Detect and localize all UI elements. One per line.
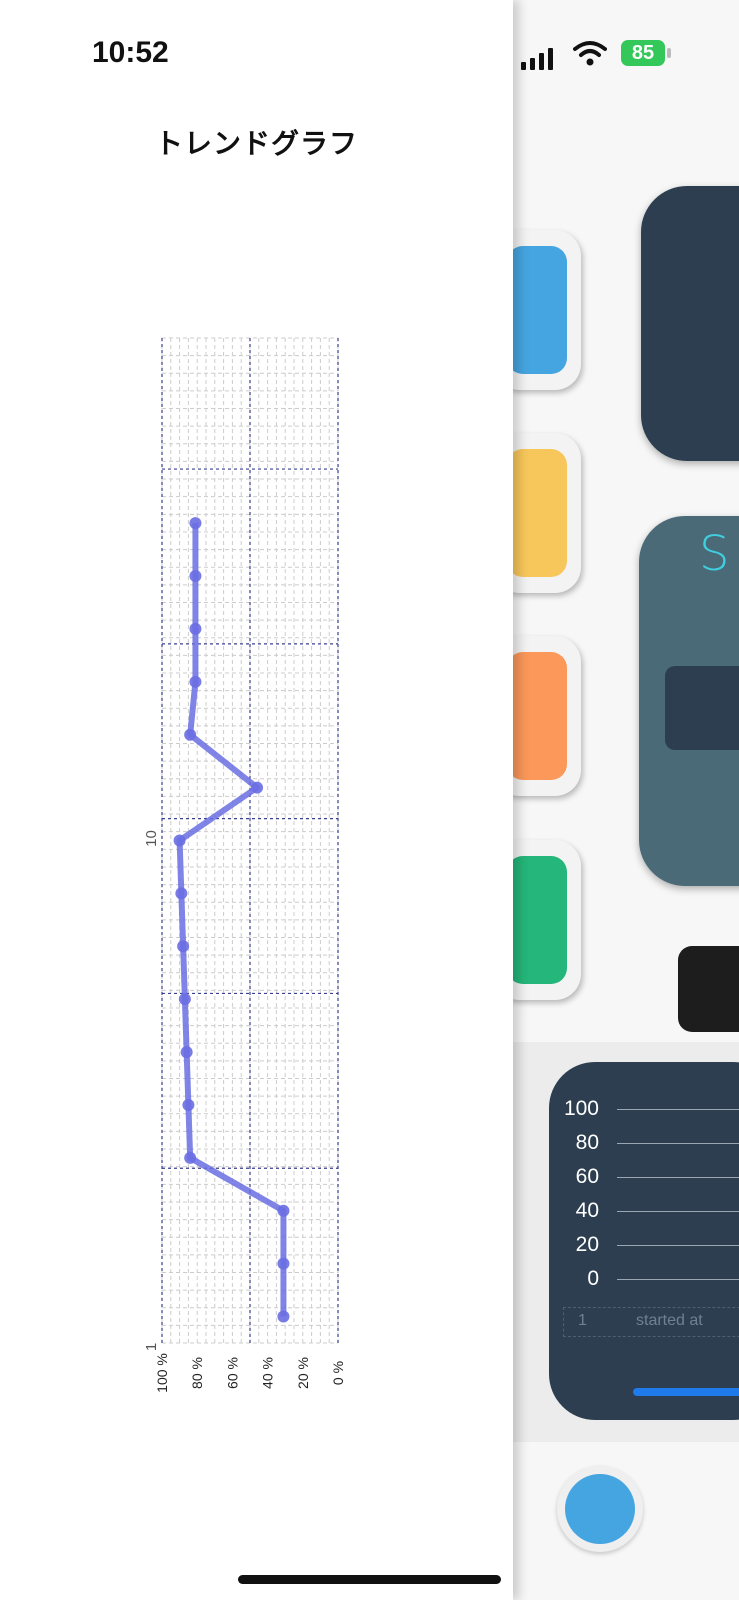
tile-yellow[interactable] (513, 433, 581, 593)
mini-tick-40: 40 (575, 1199, 599, 1222)
data-point (277, 1204, 290, 1217)
data-point (178, 993, 191, 1006)
tile-yellow-face (513, 449, 567, 577)
data-point (173, 834, 186, 847)
black-button[interactable] (678, 946, 739, 1032)
data-point (184, 1151, 197, 1164)
teal-card-inner-box (665, 666, 739, 750)
percent-tick-label: 60 % (224, 1357, 240, 1389)
wifi-icon (573, 41, 607, 66)
background-app[interactable]: 85 S 100 80 60 40 20 0 1 started at (513, 0, 739, 1600)
percent-tick-label: 0 % (330, 1361, 346, 1385)
mini-grid-line (617, 1177, 739, 1178)
dark-card-top[interactable] (641, 186, 739, 461)
mini-grid-line (617, 1143, 739, 1144)
signal-bar-2 (530, 58, 535, 70)
data-point (184, 728, 197, 741)
tile-orange-face (513, 652, 567, 780)
mini-table-row: 1 started at (563, 1307, 739, 1337)
data-point (189, 675, 202, 688)
mini-tick-60: 60 (575, 1165, 599, 1188)
percent-tick-label: 20 % (295, 1357, 311, 1389)
data-point (189, 570, 202, 583)
sample-tick-label: 10 (143, 830, 160, 847)
mini-grid-line (617, 1211, 739, 1212)
mini-tick-80: 80 (575, 1131, 599, 1154)
percent-tick-label: 40 % (260, 1357, 276, 1389)
percent-tick-label: 80 % (189, 1357, 205, 1389)
teal-card-letter: S (699, 526, 730, 582)
signal-bar-1 (521, 62, 526, 70)
mini-cell-index: 1 (578, 1312, 587, 1329)
data-point (182, 1098, 195, 1111)
tile-blue[interactable] (513, 230, 581, 390)
tile-green-face (513, 856, 567, 984)
data-point (189, 517, 202, 530)
mini-grid-line (617, 1109, 739, 1110)
mini-progress-bar (633, 1388, 739, 1396)
battery-cap (667, 48, 671, 58)
percent-tick-label: 100 % (154, 1353, 170, 1393)
trend-graph-screen: 10:52 トレンドグラフ 100 % 80 % 60 % 40 % 20 % 0 % 1 1… (0, 0, 513, 1600)
battery-icon: 85 (621, 40, 665, 66)
page-title: トレンドグラフ (154, 127, 358, 160)
signal-bar-4 (548, 48, 553, 70)
data-point (175, 887, 188, 900)
home-indicator[interactable] (238, 1575, 501, 1584)
data-point (180, 1046, 193, 1059)
tile-green[interactable] (513, 840, 581, 1000)
tile-blue-face (513, 246, 567, 374)
data-point (251, 781, 264, 794)
round-blue-button[interactable] (557, 1466, 643, 1552)
mini-cell-label: started at (636, 1312, 703, 1329)
mini-grid-line (617, 1279, 739, 1280)
mini-grid-line (617, 1245, 739, 1246)
mini-tick-100: 100 (563, 1097, 599, 1120)
data-point (277, 1257, 290, 1270)
mini-chart-card[interactable]: 100 80 60 40 20 0 1 started at (549, 1062, 739, 1420)
mini-tick-20: 20 (575, 1233, 599, 1256)
teal-card[interactable]: S (639, 516, 739, 886)
round-blue-button-face (565, 1474, 635, 1544)
sample-tick-label: 1 (143, 1343, 160, 1351)
data-point (177, 940, 190, 953)
trend-chart: 100 % 80 % 60 % 40 % 20 % 0 % 1 10 (143, 337, 346, 1393)
status-time: 10:52 (92, 36, 169, 69)
data-point (277, 1310, 290, 1323)
mini-tick-0: 0 (587, 1267, 599, 1290)
signal-bar-3 (539, 53, 544, 70)
tile-orange[interactable] (513, 636, 581, 796)
data-point (189, 622, 202, 635)
